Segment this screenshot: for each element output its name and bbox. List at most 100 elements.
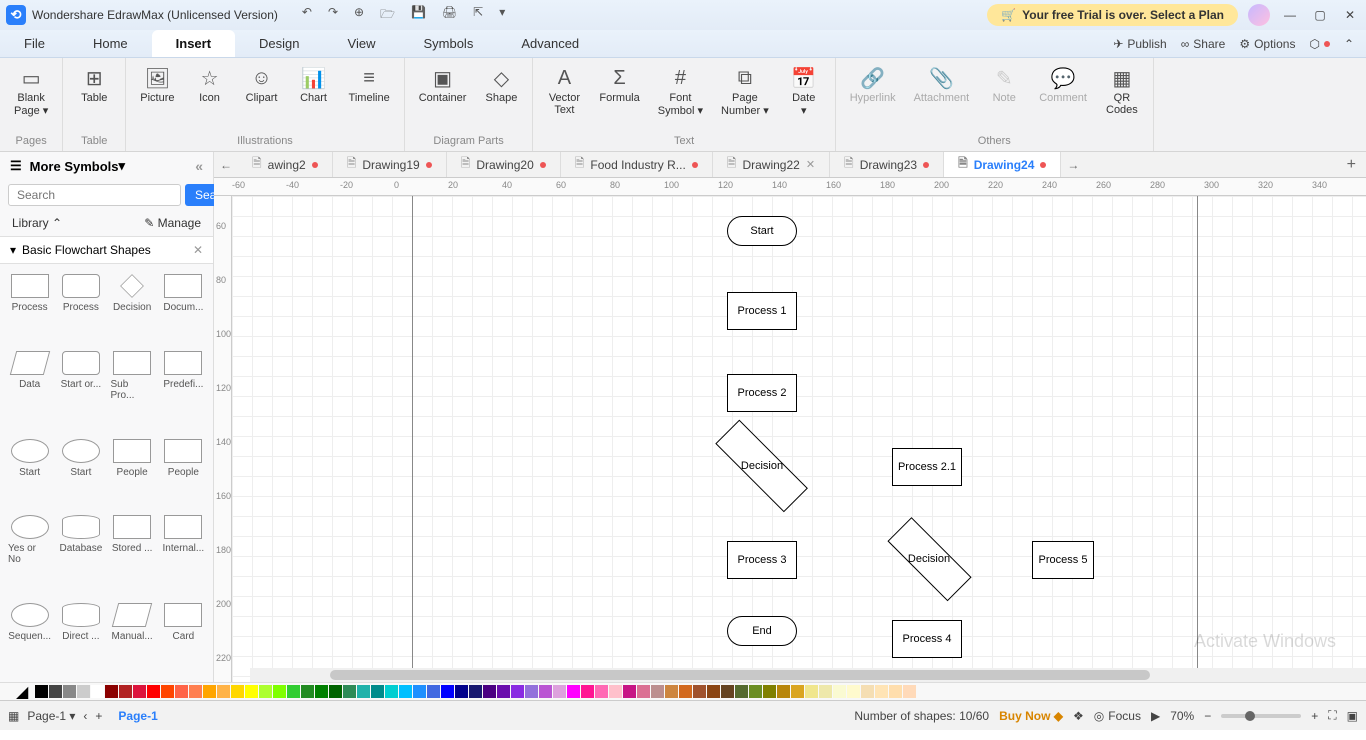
shape-decision[interactable]: Decision — [109, 272, 156, 345]
ribbon-chart[interactable]: 📊Chart — [291, 62, 337, 135]
color-swatch[interactable] — [217, 685, 230, 698]
add-tab-button[interactable]: + — [1337, 156, 1366, 174]
library-link[interactable]: Library ⌃ — [12, 216, 62, 230]
color-swatch[interactable] — [637, 685, 650, 698]
ribbon-vector-text[interactable]: AVectorText — [541, 62, 587, 135]
color-swatch[interactable] — [567, 685, 580, 698]
ribbon-shape[interactable]: ◇Shape — [478, 62, 524, 135]
color-swatch[interactable] — [609, 685, 622, 698]
color-swatch[interactable] — [749, 685, 762, 698]
doc-tab-drawing22[interactable]: 🗎Drawing22✕ — [713, 152, 830, 177]
color-swatch[interactable] — [385, 685, 398, 698]
flowchart-process-1[interactable]: Process 1 — [727, 292, 797, 330]
new-icon[interactable]: ⊕ — [354, 5, 364, 26]
color-swatch[interactable] — [553, 685, 566, 698]
color-swatch[interactable] — [861, 685, 874, 698]
user-avatar[interactable] — [1248, 4, 1270, 26]
color-swatch[interactable] — [133, 685, 146, 698]
tab-nav-next[interactable]: → — [1061, 158, 1085, 172]
zoom-in-button[interactable]: + — [1311, 709, 1318, 723]
color-swatch[interactable] — [203, 685, 216, 698]
doc-tab-awing2[interactable]: 🗎awing2 — [238, 152, 333, 177]
zoom-out-button[interactable]: − — [1204, 709, 1211, 723]
color-swatch[interactable] — [875, 685, 888, 698]
share-button[interactable]: ∞Share — [1181, 37, 1226, 51]
color-swatch[interactable] — [777, 685, 790, 698]
color-swatch[interactable] — [511, 685, 524, 698]
color-swatch[interactable] — [301, 685, 314, 698]
flowchart-process-2-1[interactable]: Process 2.1 — [892, 448, 962, 486]
color-swatch[interactable] — [441, 685, 454, 698]
flowchart-process-3[interactable]: Process 3 — [727, 541, 797, 579]
color-swatch[interactable] — [371, 685, 384, 698]
zoom-slider[interactable] — [1221, 714, 1301, 718]
color-swatch[interactable] — [147, 685, 160, 698]
ribbon-page-number-[interactable]: ⧉PageNumber ▾ — [715, 62, 775, 135]
ribbon-date-[interactable]: 📅Date▾ — [781, 62, 827, 135]
category-collapse-icon[interactable]: ▾ — [10, 243, 16, 257]
color-swatch[interactable] — [595, 685, 608, 698]
color-swatch[interactable] — [287, 685, 300, 698]
flowchart-decision[interactable]: Decision — [694, 443, 830, 489]
shape-docum-[interactable]: Docum... — [160, 272, 207, 345]
menu-design[interactable]: Design — [235, 30, 323, 57]
color-swatch[interactable] — [315, 685, 328, 698]
color-swatch[interactable] — [119, 685, 132, 698]
drawing-canvas[interactable]: Activate Windows StartProcess 1Process 2… — [232, 196, 1366, 682]
color-swatch[interactable] — [693, 685, 706, 698]
color-swatch[interactable] — [245, 685, 258, 698]
shape-process[interactable]: Process — [6, 272, 53, 345]
color-swatch[interactable] — [49, 685, 62, 698]
tab-nav-prev[interactable]: ← — [214, 158, 238, 172]
color-swatch[interactable] — [455, 685, 468, 698]
ribbon-formula[interactable]: ΣFormula — [593, 62, 645, 135]
ribbon-timeline[interactable]: ≡Timeline — [343, 62, 396, 135]
shape-direct-[interactable]: Direct ... — [57, 601, 104, 674]
page-layout-icon[interactable]: ▦ — [8, 709, 19, 723]
shape-internal-[interactable]: Internal... — [160, 513, 207, 597]
color-swatch[interactable] — [469, 685, 482, 698]
shape-manual-[interactable]: Manual... — [109, 601, 156, 674]
color-swatch[interactable] — [497, 685, 510, 698]
shape-sub-pro-[interactable]: Sub Pro... — [109, 349, 156, 433]
color-swatch[interactable] — [679, 685, 692, 698]
shape-predefi-[interactable]: Predefi... — [160, 349, 207, 433]
ribbon-blank-page-[interactable]: ▭BlankPage ▾ — [8, 62, 54, 135]
menu-symbols[interactable]: Symbols — [399, 30, 497, 57]
shape-sequen-[interactable]: Sequen... — [6, 601, 53, 674]
color-swatch[interactable] — [91, 685, 104, 698]
color-swatch[interactable] — [161, 685, 174, 698]
manage-link[interactable]: ✎ Manage — [144, 216, 201, 230]
trial-banner[interactable]: 🛒 Your free Trial is over. Select a Plan — [987, 4, 1238, 26]
ribbon-qr-codes[interactable]: ▦QRCodes — [1099, 62, 1145, 135]
close-tab-icon[interactable]: ✕ — [806, 158, 815, 171]
doc-tab-drawing24[interactable]: 🗎Drawing24 — [944, 152, 1061, 177]
shape-data[interactable]: Data — [6, 349, 53, 433]
ribbon-table[interactable]: ⊞Table — [71, 62, 117, 135]
ribbon-picture[interactable]: 🖼Picture — [134, 62, 180, 135]
menu-advanced[interactable]: Advanced — [497, 30, 603, 57]
ribbon-container[interactable]: ▣Container — [413, 62, 473, 135]
add-page-button[interactable]: + — [95, 709, 102, 723]
color-swatch[interactable] — [525, 685, 538, 698]
shape-card[interactable]: Card — [160, 601, 207, 674]
color-swatch[interactable] — [539, 685, 552, 698]
hamburger-icon[interactable]: ☰ — [10, 158, 22, 174]
color-swatch[interactable] — [483, 685, 496, 698]
redo-icon[interactable]: ↷ — [328, 5, 338, 26]
layers-button[interactable]: ❖ — [1073, 709, 1084, 723]
qat-dropdown-icon[interactable]: ▾ — [499, 5, 505, 26]
doc-tab-drawing19[interactable]: 🗎Drawing19 — [333, 152, 447, 177]
flowchart-process-2[interactable]: Process 2 — [727, 374, 797, 412]
color-swatch[interactable] — [273, 685, 286, 698]
shape-start[interactable]: Start — [57, 437, 104, 510]
color-swatch[interactable] — [847, 685, 860, 698]
print-icon[interactable]: 🖨 — [442, 5, 457, 26]
shape-process[interactable]: Process — [57, 272, 104, 345]
color-swatch[interactable] — [231, 685, 244, 698]
search-input[interactable] — [8, 184, 181, 206]
buy-now-link[interactable]: Buy Now ◆ — [999, 709, 1063, 723]
prev-page-button[interactable]: ‹ — [83, 709, 87, 723]
shape-yes-or-no[interactable]: Yes or No — [6, 513, 53, 597]
page-dropdown[interactable]: Page-1 ▾ — [27, 709, 75, 723]
